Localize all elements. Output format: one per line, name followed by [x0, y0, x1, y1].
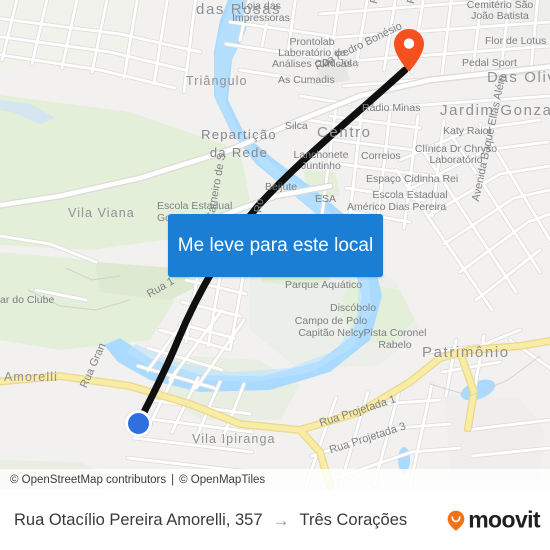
- footer-bar: Rua Otacílio Pereira Amorelli, 357 → Trê…: [0, 490, 550, 550]
- origin-dot-marker[interactable]: [125, 410, 152, 437]
- map-canvas[interactable]: das Rosas Loja das Impressoras Cemitério Sã…: [0, 0, 550, 490]
- map-attribution: © OpenStreetMap contributors | © OpenMap…: [0, 469, 550, 490]
- take-me-here-button[interactable]: Me leve para este local: [168, 214, 383, 277]
- route-destination-label: Três Corações: [299, 510, 408, 529]
- attribution-separator: |: [171, 473, 175, 486]
- route-origin-label: Rua Otacílio Pereira Amorelli, 357: [14, 510, 263, 529]
- route-summary: Rua Otacílio Pereira Amorelli, 357 → Trê…: [14, 511, 407, 530]
- moovit-pin-icon: [447, 510, 465, 531]
- moovit-wordmark: moovit: [468, 506, 540, 533]
- attribution-osm[interactable]: © OpenStreetMap contributors: [10, 474, 166, 486]
- attribution-tiles[interactable]: © OpenMapTiles: [179, 474, 265, 486]
- moovit-logo[interactable]: moovit: [445, 506, 541, 534]
- moovit-map-page: das Rosas Loja das Impressoras Cemitério Sã…: [0, 0, 550, 550]
- destination-pin-icon[interactable]: [393, 28, 425, 72]
- arrow-right-icon: →: [272, 510, 290, 530]
- callout-label: Me leve para este local: [177, 234, 374, 256]
